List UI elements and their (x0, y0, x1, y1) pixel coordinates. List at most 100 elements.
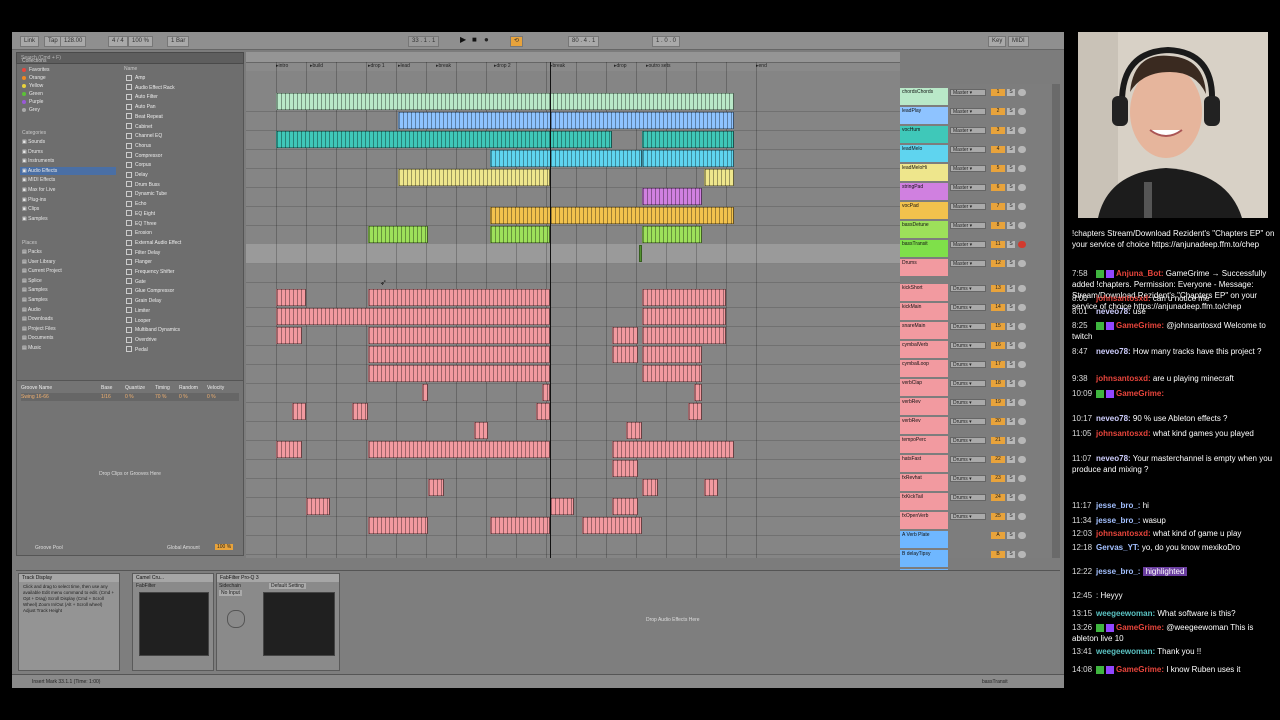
clip[interactable] (642, 226, 702, 243)
category-item[interactable]: ▣ MIDI Effects (20, 176, 116, 184)
track-header[interactable]: tempoPerc Drums ▾ 21 S (900, 436, 1050, 453)
track-name[interactable]: cymbalLoop (900, 360, 948, 377)
arm-record-icon[interactable] (1018, 108, 1026, 115)
place-item[interactable]: ▤ Audio (22, 306, 114, 314)
track-name[interactable]: cymbalVerb (900, 341, 948, 358)
arm-record-icon[interactable] (1018, 203, 1026, 210)
browser-item[interactable]: Filter Delay (126, 249, 160, 257)
clip[interactable] (276, 289, 306, 306)
arm-record-icon[interactable] (1018, 342, 1026, 349)
collection-item[interactable]: Yellow (22, 82, 114, 90)
category-item[interactable]: ▣ Audio Effects (20, 166, 116, 175)
arm-record-icon[interactable] (1018, 399, 1026, 406)
track-name[interactable]: snareMain (900, 322, 948, 339)
arm-record-icon[interactable] (1018, 551, 1026, 558)
collection-item[interactable]: Favorites (22, 66, 114, 74)
record-icon[interactable]: ● (484, 35, 489, 44)
clip[interactable] (368, 346, 550, 363)
clip[interactable] (550, 498, 574, 515)
track-header[interactable]: kickShort Drums ▾ 13 S (900, 284, 1050, 301)
tempo-field[interactable]: 128.00 (60, 36, 87, 47)
clip[interactable] (276, 131, 612, 148)
chat-username[interactable]: johnsantosxd: (1096, 529, 1151, 538)
track-activator-number[interactable]: 5 (991, 165, 1005, 172)
clip[interactable] (368, 365, 550, 382)
solo-button[interactable]: S (1007, 513, 1015, 520)
browser-item[interactable]: Limiter (126, 307, 150, 315)
clip[interactable] (306, 498, 330, 515)
solo-button[interactable]: S (1007, 494, 1015, 501)
track-name[interactable]: fxKickTail (900, 493, 948, 510)
track-activator-number[interactable]: 21 (991, 437, 1005, 444)
category-item[interactable]: ▣ Clips (20, 205, 116, 213)
browser-item[interactable]: Dynamic Tube (126, 190, 167, 198)
browser-item[interactable]: Beat Repeat (126, 113, 163, 121)
clip[interactable] (368, 517, 428, 534)
track-header[interactable]: leadMelo Master ▾ 4 S (900, 145, 1050, 162)
clip[interactable] (642, 150, 734, 167)
track-name[interactable]: stringPad (900, 183, 948, 200)
track-activator-number[interactable]: 2 (991, 108, 1005, 115)
arm-record-icon[interactable] (1018, 89, 1026, 96)
clip[interactable] (276, 327, 302, 344)
clip[interactable] (398, 169, 550, 186)
track-lane[interactable] (246, 168, 900, 188)
track-lane[interactable] (246, 516, 900, 536)
clip[interactable] (642, 289, 726, 306)
chat-username[interactable]: neveo78: (1096, 347, 1131, 356)
browser-item[interactable]: Overdrive (126, 336, 157, 344)
track-lane[interactable] (246, 288, 900, 308)
clip[interactable] (368, 327, 550, 344)
chat-username[interactable]: jesse_bro_: (1096, 567, 1140, 576)
track-name[interactable]: vocPad (900, 202, 948, 219)
track-output-routing[interactable]: Master ▾ (950, 203, 986, 210)
track-activator-number[interactable]: A (991, 532, 1005, 539)
track-activator-number[interactable]: 19 (991, 399, 1005, 406)
clip[interactable] (642, 479, 658, 496)
solo-button[interactable]: S (1007, 127, 1015, 134)
clip[interactable] (642, 131, 734, 148)
category-item[interactable]: ▣ Sounds (20, 138, 116, 146)
clip[interactable] (474, 422, 488, 439)
track-activator-number[interactable]: 20 (991, 418, 1005, 425)
track-output-routing[interactable]: Drums ▾ (950, 285, 986, 292)
track-lane[interactable] (246, 263, 900, 283)
track-activator-number[interactable]: 15 (991, 323, 1005, 330)
arm-record-icon[interactable] (1018, 222, 1026, 229)
clip[interactable] (542, 384, 550, 401)
track-activator-number[interactable]: B (991, 551, 1005, 558)
clip[interactable] (276, 441, 302, 458)
track-activator-number[interactable]: 4 (991, 146, 1005, 153)
arm-record-icon[interactable] (1018, 241, 1026, 248)
track-name[interactable]: chordsChords (900, 88, 948, 105)
track-output-routing[interactable]: Drums ▾ (950, 304, 986, 311)
clip[interactable] (612, 327, 638, 344)
clip[interactable] (704, 169, 734, 186)
clip[interactable] (428, 479, 444, 496)
clip[interactable] (292, 403, 306, 420)
arm-record-icon[interactable] (1018, 380, 1026, 387)
track-header[interactable]: B delayTipsy B S (900, 550, 1050, 567)
browser-item[interactable]: Frequency Shifter (126, 268, 174, 276)
clip[interactable] (612, 441, 734, 458)
locator-marker[interactable]: ▸drop 1 (368, 63, 385, 69)
track-output-routing[interactable]: Master ▾ (950, 146, 986, 153)
arrangement-view[interactable]: ▸intro ▸build ▸drop 1 ▸lead ▸break ▸drop 2 ▸br… (246, 52, 900, 593)
track-output-routing[interactable]: Master ▾ (950, 241, 986, 248)
browser-item[interactable]: Auto Pan (126, 103, 156, 111)
track-name[interactable]: bassDetune (900, 221, 948, 238)
track-header[interactable]: hatsFast Drums ▾ 22 S (900, 455, 1050, 472)
chat-username[interactable]: neveo78: (1096, 454, 1131, 463)
beat-ruler[interactable] (246, 52, 900, 63)
track-name[interactable]: tempoPerc (900, 436, 948, 453)
global-amount-value[interactable]: 100 % (215, 544, 234, 550)
clip[interactable] (694, 384, 702, 401)
chat-username[interactable]: Anjuna_Bot: (1116, 269, 1164, 278)
browser-item[interactable]: Gate (126, 278, 146, 286)
track-lane[interactable] (246, 440, 900, 460)
solo-button[interactable]: S (1007, 222, 1015, 229)
clip[interactable] (626, 422, 642, 439)
collection-item[interactable]: Green (22, 90, 114, 98)
chat-username[interactable]: GameGrime: (1116, 321, 1164, 330)
locator-marker[interactable]: ▸break (550, 63, 565, 69)
